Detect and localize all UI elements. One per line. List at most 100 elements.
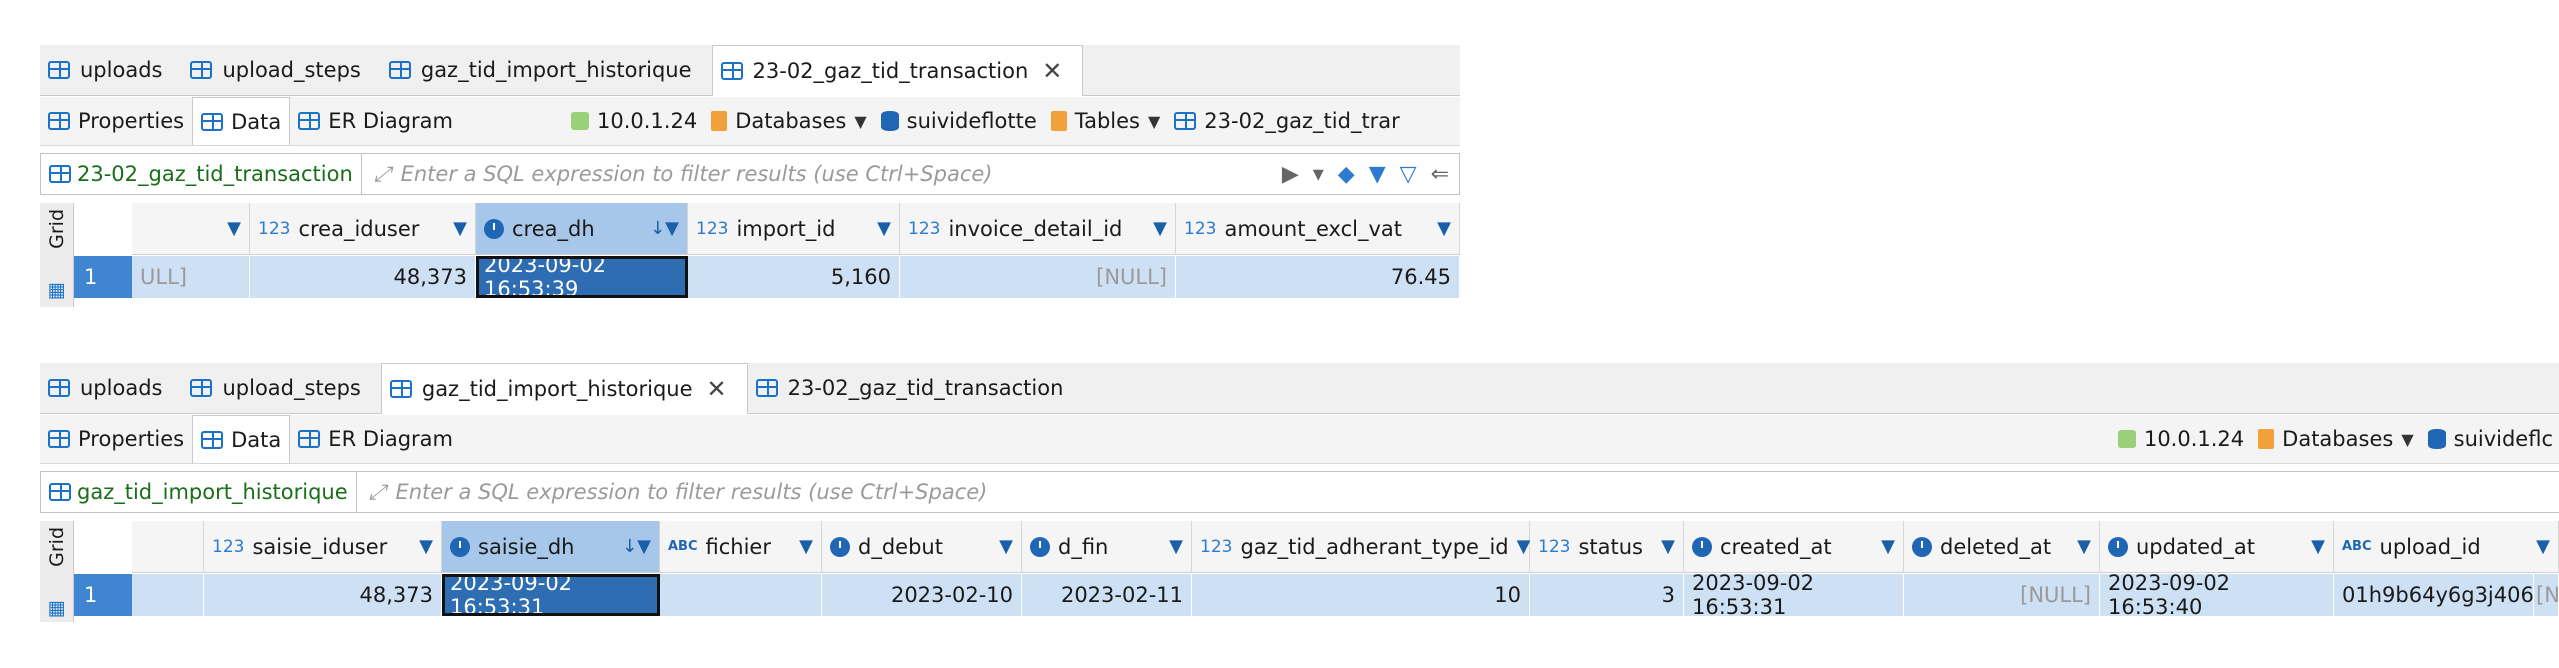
sort-menu-icon[interactable]: ▼ [877, 218, 891, 239]
table-icon [389, 379, 412, 398]
crumb-database[interactable]: suivideflotte [880, 109, 1037, 133]
sort-desc-icon[interactable]: ↓▼ [622, 536, 651, 557]
close-icon[interactable]: ✕ [1042, 57, 1062, 85]
tab-upload-steps[interactable]: upload_steps [182, 363, 380, 413]
chevron-down-icon[interactable]: ▼ [2401, 430, 2413, 449]
crumb-databases[interactable]: Databases ▼ [711, 109, 867, 133]
column-header-deleted-at[interactable]: deleted_at ▼ [1904, 521, 2100, 573]
subtab-properties[interactable]: Properties [40, 97, 192, 145]
table-cell[interactable]: 2023-02-11 [1022, 574, 1192, 616]
row-number[interactable]: 1 [74, 256, 132, 298]
execute-icon[interactable]: ▶ [1282, 162, 1299, 187]
subtab-data[interactable]: Data [192, 97, 291, 145]
table-cell[interactable]: [NULL] [900, 256, 1176, 298]
table-cell-selected[interactable]: 2023-09-02 16:53:31 [442, 571, 660, 619]
filter-icon[interactable]: ▼ [1369, 162, 1386, 187]
tab-gaz-tid-import-historique[interactable]: gaz_tid_import_historique [381, 45, 712, 95]
sort-menu-icon[interactable]: ▼ [2077, 536, 2091, 557]
column-header-status[interactable]: 123 status ▼ [1530, 521, 1684, 573]
column-header-invoice-detail-id[interactable]: 123 invoice_detail_id ▼ [900, 203, 1176, 255]
tab-gaz-tid-transaction[interactable]: 23-02_gaz_tid_transaction ✕ [711, 45, 1084, 96]
table-cell[interactable] [132, 574, 204, 616]
filter-settings-icon[interactable]: ▽ [1400, 162, 1417, 187]
table-cell-selected[interactable]: 2023-09-02 16:53:39 [476, 253, 688, 301]
chevron-down-icon[interactable]: ▼ [1148, 112, 1160, 131]
row-number[interactable]: 1 [74, 574, 132, 616]
column-header-saisie-iduser[interactable]: 123 saisie_iduser ▼ [204, 521, 442, 573]
table-cell[interactable]: 5,160 [688, 256, 900, 298]
column-header-hidden[interactable] [132, 521, 204, 573]
close-icon[interactable]: ✕ [707, 375, 727, 403]
column-header-gaz-tid-adherant-type-id[interactable]: 123 gaz_tid_adherant_type_id ▼ [1192, 521, 1530, 573]
column-header-crea-iduser[interactable]: 123 crea_iduser ▼ [250, 203, 476, 255]
table-cell[interactable]: [NU [2534, 574, 2559, 616]
column-header-d-fin[interactable]: d_fin ▼ [1022, 521, 1192, 573]
sort-menu-icon[interactable]: ▼ [453, 218, 467, 239]
table-cell[interactable]: 48,373 [204, 574, 442, 616]
table-cell[interactable]: 2023-09-02 16:53:40 [2100, 571, 2334, 619]
expand-icon[interactable]: ⤢ [374, 162, 391, 187]
table-cell[interactable]: 01h9b64y6g3j406q8v [2334, 574, 2559, 616]
subtab-properties[interactable]: Properties [40, 415, 192, 463]
table-icon [48, 430, 70, 448]
filter-input[interactable]: ⤢ Enter a SQL expression to filter result… [357, 480, 988, 505]
sort-menu-icon[interactable]: ▼ [1153, 218, 1167, 239]
sort-menu-icon[interactable]: ▼ [2536, 536, 2550, 557]
crumb-host[interactable]: 10.0.1.24 [2117, 427, 2244, 451]
column-header-crea-dh[interactable]: crea_dh ↓▼ [476, 203, 688, 255]
expand-icon[interactable]: ⤢ [369, 480, 386, 505]
column-header-upload-id[interactable]: ABC upload_id ▼ [2334, 521, 2559, 573]
tab-uploads[interactable]: uploads [40, 45, 182, 95]
table-cell[interactable]: 2023-02-10 [822, 574, 1022, 616]
table-cell[interactable]: 2023-09-02 16:53:31 [1684, 571, 1904, 619]
tab-upload-steps[interactable]: upload_steps [182, 45, 380, 95]
column-header-created-at[interactable]: created_at ▼ [1684, 521, 1904, 573]
table-cell[interactable] [660, 574, 822, 616]
table-icon [190, 61, 213, 79]
sort-menu-icon[interactable]: ▼ [2311, 536, 2325, 557]
subtab-er-diagram[interactable]: ER Diagram [290, 415, 461, 463]
sort-menu-icon[interactable]: ▼ [227, 218, 241, 239]
filter-input[interactable]: ⤢ Enter a SQL expression to filter result… [362, 162, 993, 187]
crumb-database[interactable]: suivideflc [2427, 427, 2553, 451]
eraser-icon[interactable]: ◆ [1338, 162, 1355, 187]
history-dropdown-icon[interactable]: ▾ [1313, 162, 1324, 187]
crumb-databases[interactable]: Databases ▼ [2258, 427, 2414, 451]
table-cell[interactable]: 48,373 [250, 256, 476, 298]
column-header-d-debut[interactable]: d_debut ▼ [822, 521, 1022, 573]
sort-desc-icon[interactable]: ↓▼ [650, 218, 679, 239]
sort-menu-icon[interactable]: ▼ [999, 536, 1013, 557]
crumb-table[interactable]: 23-02_gaz_tid_trar [1174, 109, 1400, 133]
sort-menu-icon[interactable]: ▼ [1881, 536, 1895, 557]
column-header-fichier[interactable]: ABC fichier ▼ [660, 521, 822, 573]
tab-gaz-tid-import-historique[interactable]: gaz_tid_import_historique ✕ [380, 363, 748, 414]
column-header-hidden[interactable]: ▼ [132, 203, 250, 255]
back-icon[interactable]: ⇐ [1431, 162, 1449, 187]
sort-menu-icon[interactable]: ▼ [1169, 536, 1183, 557]
column-header-import-id[interactable]: 123 import_id ▼ [688, 203, 900, 255]
column-header-saisie-dh[interactable]: saisie_dh ↓▼ [442, 521, 660, 573]
subtab-data[interactable]: Data [192, 415, 291, 463]
table-cell[interactable]: 3 [1530, 574, 1684, 616]
sort-menu-icon[interactable]: ▼ [1661, 536, 1675, 557]
column-header-updated-at[interactable]: updated_at ▼ [2100, 521, 2334, 573]
tab-gaz-tid-transaction[interactable]: 23-02_gaz_tid_transaction [748, 363, 1084, 413]
chevron-down-icon[interactable]: ▼ [854, 112, 866, 131]
sort-menu-icon[interactable]: ▼ [1437, 218, 1451, 239]
sort-menu-icon[interactable]: ▼ [419, 536, 433, 557]
crumb-host[interactable]: 10.0.1.24 [571, 109, 697, 133]
tab-uploads[interactable]: uploads [40, 363, 182, 413]
table-cell[interactable]: [NULL] [1904, 574, 2100, 616]
filter-table-name[interactable]: gaz_tid_import_historique [41, 472, 357, 512]
table-cell[interactable]: 76.45 [1176, 256, 1460, 298]
grid-mode-toggle[interactable]: Grid ▦ [40, 203, 74, 307]
sort-menu-icon[interactable]: ▼ [1517, 536, 1531, 557]
sort-menu-icon[interactable]: ▼ [799, 536, 813, 557]
column-header-amount-excl-vat[interactable]: 123 amount_excl_vat ▼ [1176, 203, 1460, 255]
subtab-er-diagram[interactable]: ER Diagram [290, 97, 461, 145]
crumb-tables[interactable]: Tables ▼ [1050, 109, 1160, 133]
filter-table-name[interactable]: 23-02_gaz_tid_transaction [41, 154, 362, 194]
table-cell[interactable]: ULL] [132, 256, 250, 298]
table-cell[interactable]: 10 [1192, 574, 1530, 616]
grid-mode-toggle[interactable]: Grid ▦ [40, 521, 74, 622]
